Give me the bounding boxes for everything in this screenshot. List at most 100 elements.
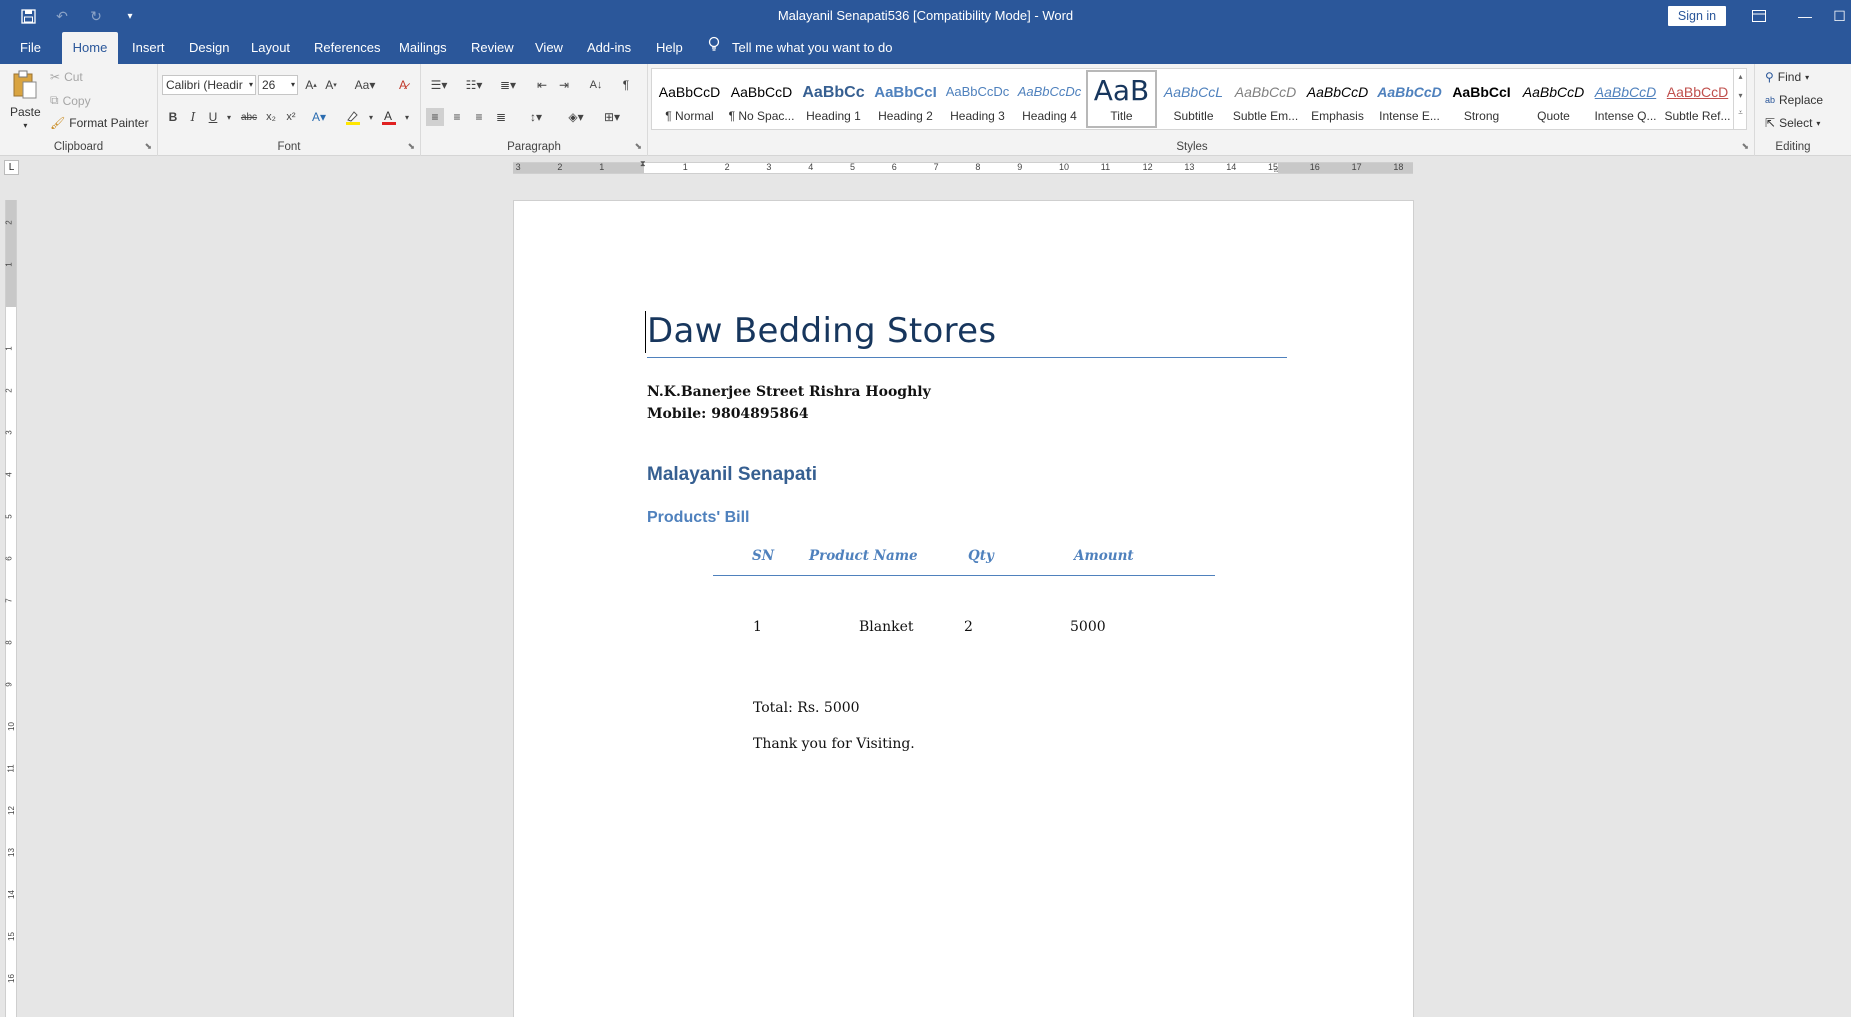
ruler-tick-label: 2 — [724, 162, 730, 172]
select-button[interactable]: ⇱ Select ▾ — [1765, 116, 1820, 130]
bill-total[interactable]: Total: Rs. 5000 — [753, 700, 860, 716]
style-sample: AaBbCcD — [1666, 84, 1729, 100]
italic-icon[interactable]: I — [184, 108, 202, 126]
style-no-spacing[interactable]: AaBbCcD ¶ No Spac... — [726, 70, 797, 128]
text-cursor — [645, 311, 646, 353]
style-sample: AaBbCc — [802, 84, 865, 101]
decrease-indent-icon[interactable]: ⇤ — [533, 76, 551, 94]
clear-formatting-icon[interactable]: A̷ — [394, 76, 412, 94]
show-formatting-marks-icon[interactable]: ¶ — [617, 76, 635, 94]
style-heading-2[interactable]: AaBbCcI Heading 2 — [870, 70, 941, 128]
style-heading-3[interactable]: AaBbCcDc Heading 3 — [942, 70, 1013, 128]
tab-insert[interactable]: Insert — [122, 32, 175, 64]
sort-icon[interactable]: A↓ — [587, 76, 605, 94]
maximize-icon[interactable]: ☐ — [1828, 0, 1851, 32]
shading-icon[interactable]: ◈▾ — [563, 108, 589, 126]
tab-references[interactable]: References — [304, 32, 390, 64]
tab-stop-selector[interactable]: L — [4, 160, 19, 175]
shrink-font-icon[interactable]: A ▾ — [322, 76, 340, 94]
bill-heading[interactable]: Products' Bill — [647, 509, 749, 527]
tab-home[interactable]: Home — [62, 32, 118, 64]
styles-launcher-icon[interactable]: ⬊ — [1741, 141, 1749, 152]
vertical-ruler[interactable]: 2 1 1 2 3 4 5 6 7 8 9 10 11 12 13 14 15 16 — [5, 200, 17, 1017]
styles-scroll[interactable]: ▴ ▾ ⩡ — [1733, 68, 1747, 130]
table-cell-amount[interactable]: 5000 — [1070, 619, 1106, 635]
bold-icon[interactable]: B — [164, 108, 182, 126]
highlight-color-icon[interactable] — [344, 108, 362, 126]
store-address[interactable]: N.K.Banerjee Street Rishra Hooghly — [647, 384, 931, 400]
tell-me-search[interactable]: Tell me what you want to do — [708, 32, 892, 64]
indent-marker-icon[interactable]: ⧗ — [640, 159, 646, 169]
text-effects-icon[interactable]: A▾ — [310, 108, 328, 126]
style-intense-quote[interactable]: AaBbCcD Intense Q... — [1590, 70, 1661, 128]
more-styles-icon[interactable]: ⩡ — [1734, 108, 1747, 118]
document-title[interactable]: Daw Bedding Stores — [647, 311, 996, 351]
style-intense-emphasis[interactable]: AaBbCcD Intense E... — [1374, 70, 1445, 128]
font-color-icon[interactable]: A — [380, 108, 398, 126]
highlight-dropdown-icon[interactable]: ▾ — [362, 108, 380, 126]
style-emphasis[interactable]: AaBbCcD Emphasis — [1302, 70, 1373, 128]
style-heading-4[interactable]: AaBbCcDc Heading 4 — [1014, 70, 1085, 128]
tab-view[interactable]: View — [525, 32, 573, 64]
align-left-icon[interactable]: ≡ — [426, 108, 444, 126]
thank-you-note[interactable]: Thank you for Visiting. — [753, 736, 915, 752]
style-strong[interactable]: AaBbCcI Strong — [1446, 70, 1517, 128]
style-title[interactable]: AaB Title — [1086, 70, 1157, 128]
chevron-down-icon[interactable]: ▾ — [1734, 91, 1747, 100]
tab-design[interactable]: Design — [179, 32, 239, 64]
font-name-combo[interactable]: Calibri (Headir ▾ — [162, 75, 256, 95]
find-button[interactable]: ⚲ Find ▾ — [1765, 70, 1809, 84]
justify-icon[interactable]: ≣ — [492, 108, 510, 126]
tab-help[interactable]: Help — [646, 32, 693, 64]
minimize-icon[interactable]: — — [1782, 0, 1828, 32]
numbering-icon[interactable]: ☷▾ — [461, 76, 487, 94]
paste-button[interactable]: Paste ▾ — [10, 70, 41, 130]
sign-in-button[interactable]: Sign in — [1668, 6, 1726, 26]
horizontal-ruler[interactable]: 3 2 1 1 2 3 4 5 6 7 8 9 10 11 12 13 14 15 16 17 18 ⧗ ▵ — [513, 159, 1413, 174]
table-header-amount[interactable]: Amount — [1074, 548, 1134, 564]
tab-add-ins[interactable]: Add-ins — [577, 32, 641, 64]
replace-button[interactable]: ab Replace — [1765, 93, 1823, 107]
ruler-tick-label: 13 — [6, 848, 16, 857]
format-painter-button[interactable]: 🖌 Format Painter — [50, 116, 149, 130]
borders-icon[interactable]: ⊞▾ — [599, 108, 625, 126]
multilevel-list-icon[interactable]: ≣▾ — [495, 76, 521, 94]
table-header-product-name[interactable]: Product Name — [809, 548, 918, 564]
store-mobile[interactable]: Mobile: 9804895864 — [647, 406, 809, 422]
superscript-icon[interactable]: x² — [282, 108, 300, 126]
copy-button[interactable]: ⧉ Copy — [50, 93, 91, 108]
table-cell-sn[interactable]: 1 — [753, 619, 762, 635]
align-center-icon[interactable]: ≡ — [448, 108, 466, 126]
chevron-up-icon[interactable]: ▴ — [1734, 72, 1747, 81]
style-normal[interactable]: AaBbCcD ¶ Normal — [654, 70, 725, 128]
tab-layout[interactable]: Layout — [241, 32, 300, 64]
customer-name[interactable]: Malayanil Senapati — [647, 464, 817, 486]
subscript-icon[interactable]: x₂ — [262, 108, 280, 126]
bullets-icon[interactable]: ☰▾ — [426, 76, 452, 94]
increase-indent-icon[interactable]: ⇥ — [555, 76, 573, 94]
ribbon-display-options-icon[interactable] — [1736, 0, 1782, 32]
table-cell-qty[interactable]: 2 — [964, 619, 973, 635]
cut-button[interactable]: ✂ Cut — [50, 70, 83, 84]
style-subtle-emphasis[interactable]: AaBbCcD Subtle Em... — [1230, 70, 1301, 128]
style-subtle-reference[interactable]: AaBbCcD Subtle Ref... — [1662, 70, 1733, 128]
table-cell-product[interactable]: Blanket — [859, 619, 914, 635]
tab-review[interactable]: Review — [461, 32, 524, 64]
style-heading-1[interactable]: AaBbCc Heading 1 — [798, 70, 869, 128]
tab-mailings[interactable]: Mailings — [389, 32, 457, 64]
change-case-icon[interactable]: Aa▾ — [352, 76, 378, 94]
grow-font-icon[interactable]: A ▴ — [302, 76, 320, 94]
table-header-qty[interactable]: Qty — [968, 548, 994, 564]
underline-dropdown-icon[interactable]: ▾ — [220, 108, 238, 126]
style-subtitle[interactable]: AaBbCcL Subtitle — [1158, 70, 1229, 128]
strikethrough-icon[interactable]: abc — [240, 108, 258, 126]
tab-file[interactable]: File — [10, 32, 51, 64]
align-right-icon[interactable]: ≡ — [470, 108, 488, 126]
right-indent-marker-icon[interactable]: ▵ — [1274, 165, 1278, 174]
table-header-sn[interactable]: SN — [752, 548, 774, 564]
font-size-combo[interactable]: 26 ▾ — [258, 75, 298, 95]
line-spacing-icon[interactable]: ↕▾ — [523, 108, 549, 126]
document-page[interactable]: Daw Bedding Stores N.K.Banerjee Street R… — [513, 200, 1414, 1017]
style-quote[interactable]: AaBbCcD Quote — [1518, 70, 1589, 128]
font-color-dropdown-icon[interactable]: ▾ — [398, 108, 416, 126]
